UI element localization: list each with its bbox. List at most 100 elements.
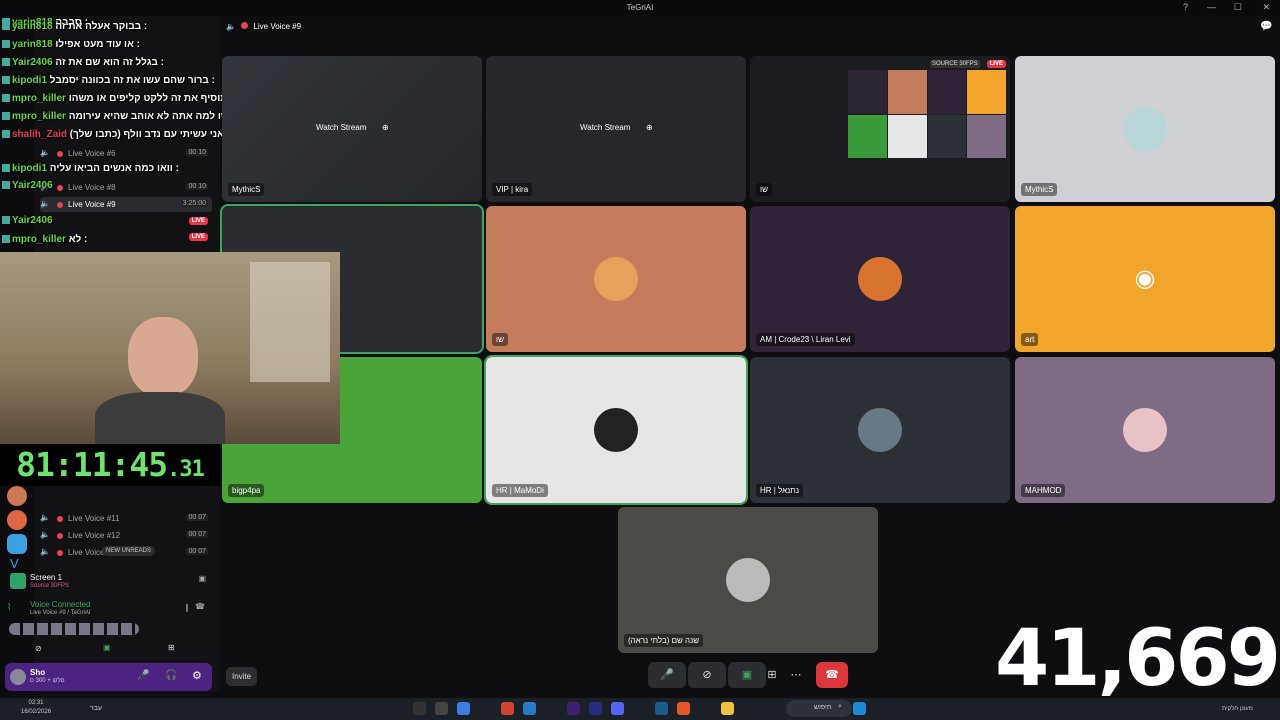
avatar[interactable]	[10, 669, 26, 685]
watch-stream-button[interactable]: Watch Stream	[572, 119, 638, 136]
channel-item[interactable]: 🔈 Live Voice 00 07 NEW UNREADS	[40, 545, 212, 560]
user-tile[interactable]: HR | MaMoDi	[484, 355, 748, 505]
user-tile[interactable]: MAHMOD	[1015, 357, 1275, 503]
user-tile[interactable]: ◉ art	[1015, 206, 1275, 352]
taskbar-app-icon[interactable]	[457, 702, 470, 715]
disconnect-icon[interactable]: ☎	[195, 602, 205, 611]
chat-line: Yair2406	[2, 215, 53, 232]
taskbar-app-icon[interactable]	[501, 702, 514, 715]
voice-status: Voice Connected	[30, 600, 91, 609]
popout-icon[interactable]: ⊕	[642, 119, 657, 136]
language-indicator[interactable]: עבר	[90, 705, 102, 712]
voice-channel: Live Voice #9 / TeGriAI	[30, 610, 91, 616]
channel-item[interactable]: 🔈 Live Voice #11 00 07	[40, 511, 212, 526]
chat-line: mpro_killer לא :	[2, 234, 87, 251]
close-icon[interactable]: ✕	[1262, 2, 1270, 13]
activities-button[interactable]: ⊞	[762, 662, 782, 688]
taskbar-app-icon[interactable]	[677, 702, 690, 715]
stream-tile[interactable]: Watch Stream ⊕ VIP | kira	[486, 56, 746, 202]
server-icon[interactable]	[7, 510, 27, 530]
help-icon[interactable]: ?	[1183, 2, 1188, 12]
tile-label: שנה שם (בלתי נראה)	[624, 634, 704, 647]
user-panel: Sho סלקו + 300 ס 🎤 🎧 ⚙	[5, 663, 212, 691]
noise-suppression-icon[interactable]: ∥	[185, 603, 189, 612]
user-tile[interactable]: MythicS	[1015, 56, 1275, 202]
taskbar-app-icon[interactable]	[435, 702, 448, 715]
search-box[interactable]: חיפוש ⌕	[786, 700, 852, 717]
chat-user: shalih_Zaid	[12, 129, 68, 140]
taskbar-app-icon[interactable]	[589, 702, 602, 715]
chat-bubble-icon[interactable]: 💬	[1260, 21, 1272, 32]
chat-text: או עוד מעט אפילו :	[55, 39, 140, 50]
tile-label: HR | נתנאל	[756, 484, 803, 497]
stream-tile[interactable]: Watch Stream ⊕ MythicS	[222, 56, 482, 202]
watch-stream-button[interactable]: Watch Stream	[308, 119, 374, 136]
microphone-icon[interactable]: 🎤	[137, 670, 149, 681]
title-bar: TeGriAI — ☐ ✕ ?	[0, 0, 1280, 16]
live-dot	[241, 22, 249, 29]
taskbar-app-icon[interactable]	[567, 702, 580, 715]
tile-label: שו	[492, 333, 508, 346]
timer-fraction: .31	[167, 457, 205, 482]
avatar	[594, 408, 638, 452]
user-count: 00 07	[186, 514, 208, 521]
channel-item[interactable]: 🔈 Live Voice #12 00 07	[40, 528, 212, 543]
user-tile[interactable]: שנה שם (בלתי נראה)	[618, 507, 878, 653]
chat-user: mpro_killer	[12, 234, 66, 245]
discord-logo-icon: ◉	[1123, 257, 1167, 301]
user-tile[interactable]: AM | Crode23 \ Liran Levi	[750, 206, 1010, 352]
speaker-icon: 🔈	[40, 547, 50, 556]
chat-user: kipodi1	[12, 163, 48, 174]
taskbar-app-icon[interactable]	[655, 702, 668, 715]
more-options-button[interactable]: ⋯	[786, 662, 806, 688]
tile-label: MAHMOD	[1021, 484, 1066, 497]
clock-time: 02:31	[28, 700, 44, 706]
tile-label: bigp4pa	[228, 484, 265, 497]
share-screen-button[interactable]: ▣	[728, 662, 766, 688]
camera-button[interactable]: ⊘	[688, 662, 726, 688]
stream-tile-live[interactable]: SOURCE 30FPS LIVE שו	[750, 56, 1010, 202]
chat-line: Yair2406 בגלל זה הוא שם את זה :	[2, 57, 164, 74]
speaker-icon: 🔈	[226, 22, 236, 31]
server-icon[interactable]	[7, 486, 27, 506]
stop-share-icon[interactable]: ▣	[198, 574, 206, 583]
taskbar-app-icon[interactable]	[413, 702, 426, 715]
avatar	[594, 257, 638, 301]
chat-line: Yair2406	[2, 180, 53, 197]
activities-icon[interactable]: ⊞	[168, 643, 175, 652]
channel-label: Live Voice #12	[68, 531, 121, 540]
tile-label: AM | Crode23 \ Liran Levi	[756, 333, 855, 346]
user-tile[interactable]: HR | נתנאל	[750, 357, 1010, 503]
discord-taskbar-icon[interactable]	[611, 702, 624, 715]
invite-button[interactable]: Invite	[226, 667, 258, 686]
minimize-icon[interactable]: —	[1207, 2, 1216, 12]
chat-line: yarin818 או עוד מעט אפילו :	[2, 39, 140, 56]
camera-off-icon[interactable]: ⊘	[35, 644, 42, 653]
user-tile[interactable]: שו	[486, 206, 746, 352]
mute-button[interactable]: 🎤	[648, 662, 686, 688]
popout-icon[interactable]: ⊕	[378, 119, 393, 136]
new-unreads-pill[interactable]: NEW UNREADS	[102, 546, 156, 556]
participant-avatars[interactable]	[9, 623, 139, 635]
tile-label: art	[1021, 333, 1039, 346]
tile-label: MythicS	[228, 183, 265, 196]
avatar	[1123, 408, 1167, 452]
windows-start-icon[interactable]	[853, 702, 866, 715]
share-screen-icon[interactable]: ▣	[103, 643, 111, 652]
search-icon: ⌕	[838, 703, 842, 710]
window-title: TeGriAI	[626, 3, 654, 12]
chat-user: mpro_killer	[12, 111, 66, 122]
server-icon[interactable]	[7, 534, 27, 554]
avatar	[1123, 107, 1167, 151]
chevron-down-icon[interactable]: V	[10, 556, 19, 571]
leave-call-button[interactable]: ☎	[816, 662, 848, 688]
timer-main: 81:11:45	[16, 445, 168, 484]
headphones-icon[interactable]: 🎧	[165, 670, 177, 681]
maximize-icon[interactable]: ☐	[1234, 2, 1242, 13]
taskbar-app-icon[interactable]	[523, 702, 536, 715]
chat-line: yarin818 בבוקר אעלה את זה :	[2, 21, 147, 38]
clock-date: 16/02/2026	[21, 709, 52, 715]
folder-icon[interactable]	[721, 702, 734, 715]
gear-icon[interactable]: ⚙	[192, 669, 202, 682]
chat-user: yarin818	[12, 21, 53, 32]
